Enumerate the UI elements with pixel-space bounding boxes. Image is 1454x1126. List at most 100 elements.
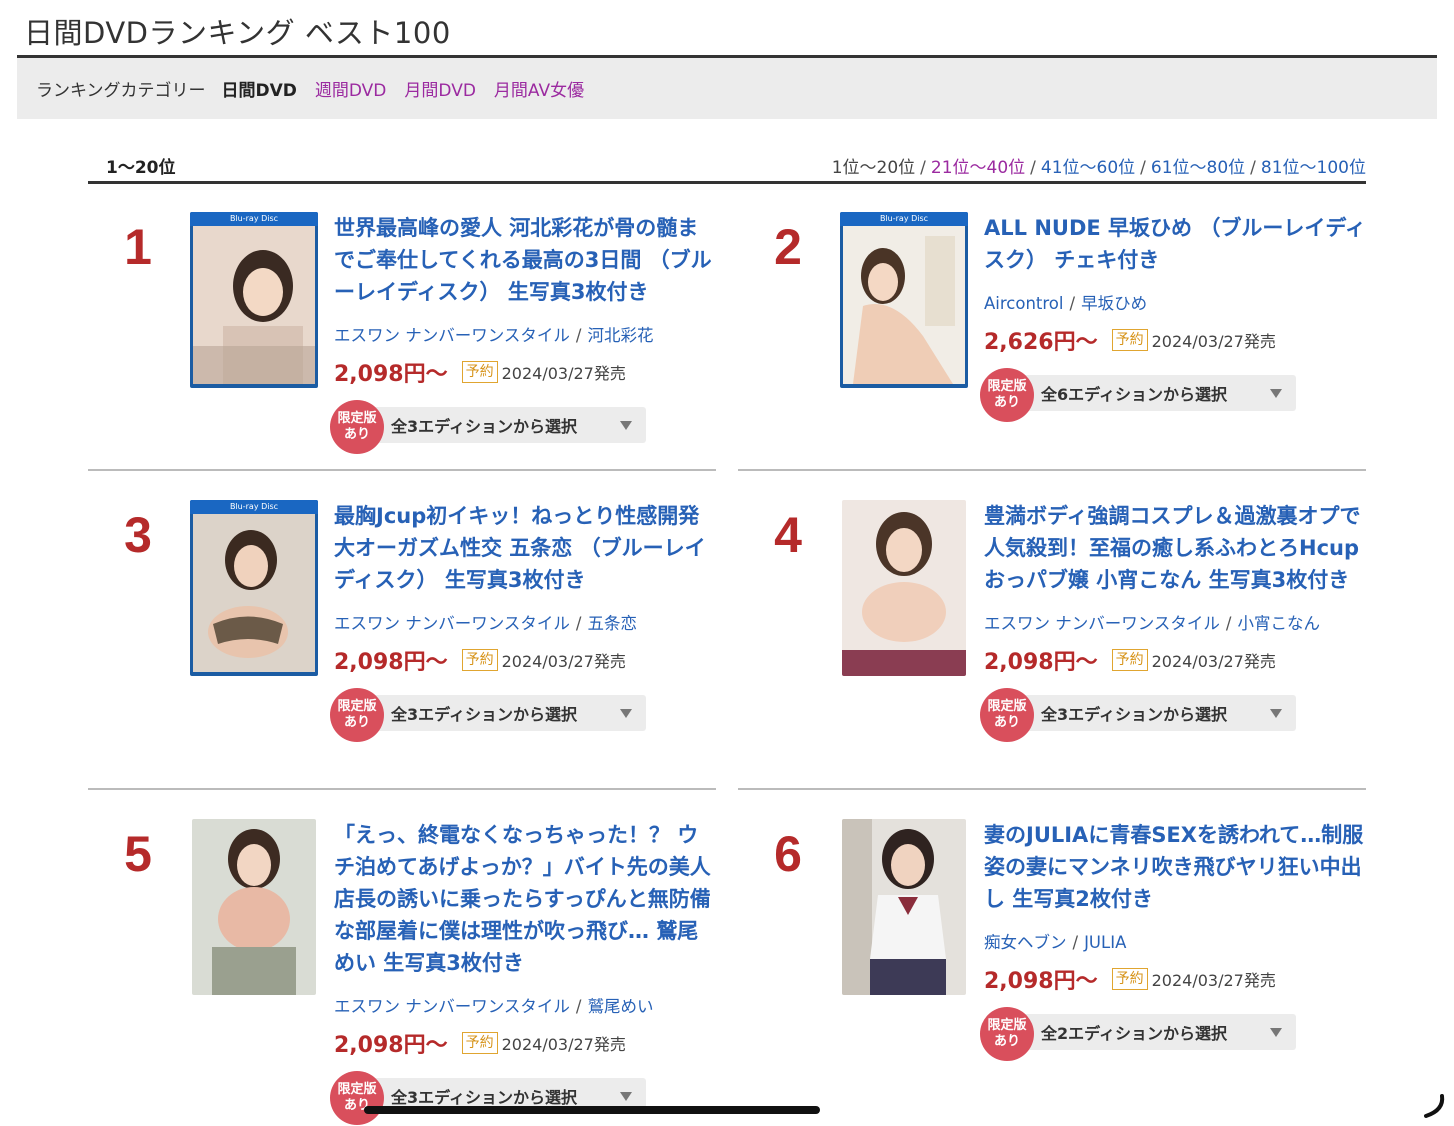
range-separator: / bbox=[1250, 157, 1256, 178]
caret-down-icon bbox=[1270, 709, 1282, 718]
product-title-link[interactable]: 豊満ボディ強調コスプレ＆過激裏オプで人気殺到！至福の癒し系ふわとろHcupおっパ… bbox=[984, 500, 1368, 596]
product-title-link[interactable]: 「えっ、終電なくなっちゃった！？ ウチ泊めてあげよっか？」バイト先の美人店長の誘… bbox=[334, 819, 718, 979]
range-separator: / bbox=[1030, 157, 1036, 178]
range-61-80-link[interactable]: 61位〜80位 bbox=[1151, 158, 1245, 178]
maker-link[interactable]: 痴女ヘブン bbox=[984, 933, 1067, 952]
edition-row: 限定版 あり 全3エディションから選択 bbox=[330, 688, 718, 742]
limited-badge-line1: 限定版 bbox=[987, 379, 1027, 394]
edition-select-dropdown[interactable]: 全2エディションから選択 bbox=[1020, 1014, 1296, 1050]
product-jacket-image[interactable]: Blu-ray Disc bbox=[190, 500, 318, 676]
product-info: 世界最高峰の愛人 河北彩花が骨の髄までご奉仕してくれる最高の3日間 （ブルーレイ… bbox=[330, 212, 718, 454]
product-jacket-image[interactable] bbox=[192, 819, 316, 995]
reserve-badge: 予約 bbox=[1111, 329, 1148, 351]
limited-badge-line2: あり bbox=[993, 715, 1020, 730]
product-jacket-image[interactable]: Blu-ray Disc bbox=[190, 212, 318, 388]
rank-number: 6 bbox=[774, 826, 802, 882]
actress-link[interactable]: 小宵こなん bbox=[1237, 614, 1320, 633]
product-jacket-image[interactable] bbox=[842, 500, 966, 676]
category-monthly-actress-link[interactable]: 月間AV女優 bbox=[494, 76, 584, 101]
edition-row: 限定版 あり 全6エディションから選択 bbox=[980, 368, 1368, 422]
maker-link[interactable]: エスワン ナンバーワンスタイル bbox=[984, 614, 1220, 633]
limited-badge-line2: あり bbox=[343, 715, 370, 730]
range-81-100-link[interactable]: 81位〜100位 bbox=[1261, 158, 1366, 178]
product-info: 妻のJULIAに青春SEXを誘われて…制服姿の妻にマンネリ吹き飛びヤリ狂い中出し… bbox=[980, 819, 1368, 1061]
product-price: 2,098円〜 bbox=[984, 969, 1098, 994]
reserve-badge: 予約 bbox=[461, 649, 498, 671]
edition-select-dropdown[interactable]: 全3エディションから選択 bbox=[370, 695, 646, 731]
category-monthly-dvd-link[interactable]: 月間DVD bbox=[404, 76, 476, 101]
product-title-link[interactable]: 最胸Jcup初イキッ！ねっとり性感開発大オーガズム性交 五条恋 （ブルーレイディ… bbox=[334, 500, 718, 596]
jacket-art bbox=[193, 226, 315, 384]
maker-link[interactable]: エスワン ナンバーワンスタイル bbox=[334, 614, 570, 633]
jacket-art bbox=[843, 226, 965, 384]
release-date: 2024/03/27発売 bbox=[1151, 332, 1276, 351]
ranking-item: 1 Blu-ray Disc 世界最高峰の愛人 河北彩花が骨の髄までご奉仕してく… bbox=[88, 212, 728, 462]
product-credits: 痴女ヘブン / JULIA bbox=[984, 933, 1127, 952]
product-price: 2,626円〜 bbox=[984, 330, 1098, 355]
product-jacket-image[interactable]: Blu-ray Disc bbox=[840, 212, 968, 388]
edition-select-dropdown[interactable]: 全3エディションから選択 bbox=[1020, 695, 1296, 731]
product-price: 2,098円〜 bbox=[334, 650, 448, 675]
product-price: 2,098円〜 bbox=[334, 362, 448, 387]
range-1-20: 1位〜20位 bbox=[831, 157, 916, 178]
category-daily-dvd: 日間DVD bbox=[221, 81, 297, 101]
actress-link[interactable]: 鷲尾めい bbox=[587, 997, 653, 1016]
limited-edition-badge: 限定版 あり bbox=[980, 688, 1034, 742]
edition-select-dropdown[interactable]: 全6エディションから選択 bbox=[1020, 375, 1296, 411]
price-row: 2,098円〜 予約 2024/03/27発売 bbox=[334, 1027, 718, 1059]
edition-select-label: 全3エディションから選択 bbox=[1041, 705, 1228, 724]
range-pagination: 1位〜20位/21位〜40位/41位〜60位/61位〜80位/81位〜100位 bbox=[832, 153, 1366, 178]
range-21-40-link[interactable]: 21位〜40位 bbox=[931, 158, 1025, 178]
release-date: 2024/03/27発売 bbox=[501, 652, 626, 671]
actress-link[interactable]: 五条恋 bbox=[587, 614, 637, 633]
release-date: 2024/03/27発売 bbox=[1151, 971, 1276, 990]
product-credits: エスワン ナンバーワンスタイル / 鷲尾めい bbox=[334, 997, 654, 1016]
product-price: 2,098円〜 bbox=[984, 650, 1098, 675]
reserve-badge: 予約 bbox=[461, 361, 498, 383]
edition-row: 限定版 あり 全3エディションから選択 bbox=[330, 400, 718, 454]
limited-badge-line2: あり bbox=[993, 395, 1020, 410]
product-credits: エスワン ナンバーワンスタイル / 五条恋 bbox=[334, 614, 637, 633]
rank-number: 5 bbox=[124, 826, 152, 882]
range-divider bbox=[88, 181, 1366, 184]
limited-edition-badge: 限定版 あり bbox=[330, 400, 384, 454]
product-jacket-image[interactable] bbox=[842, 819, 966, 995]
maker-link[interactable]: Aircontrol bbox=[984, 294, 1064, 313]
reserve-badge: 予約 bbox=[1111, 649, 1148, 671]
category-weekly-dvd-link[interactable]: 週間DVD bbox=[315, 76, 387, 101]
product-title-link[interactable]: 妻のJULIAに青春SEXを誘われて…制服姿の妻にマンネリ吹き飛びヤリ狂い中出し… bbox=[984, 819, 1368, 915]
reserve-badge: 予約 bbox=[461, 1032, 498, 1054]
product-info: ALL NUDE 早坂ひめ （ブルーレイディスク） チェキ付き Aircontr… bbox=[980, 212, 1368, 422]
item-divider bbox=[88, 469, 716, 471]
edition-select-label: 全3エディションから選択 bbox=[391, 1088, 578, 1107]
caret-down-icon bbox=[1270, 389, 1282, 398]
ranking-item: 5 「えっ、終電なくなっちゃった！？ ウチ泊めてあげよっか？」バイト先の美人店長… bbox=[88, 819, 728, 1126]
edition-select-dropdown[interactable]: 全3エディションから選択 bbox=[370, 407, 646, 443]
product-title-link[interactable]: 世界最高峰の愛人 河北彩花が骨の髄までご奉仕してくれる最高の3日間 （ブルーレイ… bbox=[334, 212, 718, 308]
price-row: 2,098円〜 予約 2024/03/27発売 bbox=[334, 356, 718, 388]
release-date: 2024/03/27発売 bbox=[1151, 652, 1276, 671]
actress-link[interactable]: 早坂ひめ bbox=[1081, 294, 1147, 313]
release-date: 2024/03/27発売 bbox=[501, 1035, 626, 1054]
product-title-link[interactable]: ALL NUDE 早坂ひめ （ブルーレイディスク） チェキ付き bbox=[984, 212, 1368, 276]
limited-badge-line1: 限定版 bbox=[337, 699, 377, 714]
maker-link[interactable]: エスワン ナンバーワンスタイル bbox=[334, 997, 570, 1016]
home-indicator[interactable] bbox=[364, 1106, 820, 1114]
limited-edition-badge: 限定版 あり bbox=[980, 368, 1034, 422]
actress-link[interactable]: 河北彩花 bbox=[587, 326, 653, 345]
range-separator: / bbox=[920, 157, 926, 178]
edition-select-label: 全3エディションから選択 bbox=[391, 705, 578, 724]
range-separator: / bbox=[1140, 157, 1146, 178]
ranking-item: 2 Blu-ray Disc ALL NUDE 早坂ひめ （ブルーレイディスク）… bbox=[738, 212, 1378, 462]
actress-link[interactable]: JULIA bbox=[1084, 933, 1126, 952]
edition-select-label: 全6エディションから選択 bbox=[1041, 385, 1228, 404]
category-bar: ランキングカテゴリー 日間DVD 週間DVD 月間DVD 月間AV女優 bbox=[17, 58, 1437, 119]
limited-edition-badge: 限定版 あり bbox=[330, 1071, 384, 1125]
limited-badge-line2: あり bbox=[993, 1034, 1020, 1049]
range-41-60-link[interactable]: 41位〜60位 bbox=[1041, 158, 1135, 178]
item-divider bbox=[738, 788, 1366, 790]
bluray-logo-icon: Blu-ray Disc bbox=[840, 212, 968, 226]
rank-number: 4 bbox=[774, 507, 802, 563]
price-row: 2,098円〜 予約 2024/03/27発売 bbox=[334, 644, 718, 676]
maker-link[interactable]: エスワン ナンバーワンスタイル bbox=[334, 326, 570, 345]
